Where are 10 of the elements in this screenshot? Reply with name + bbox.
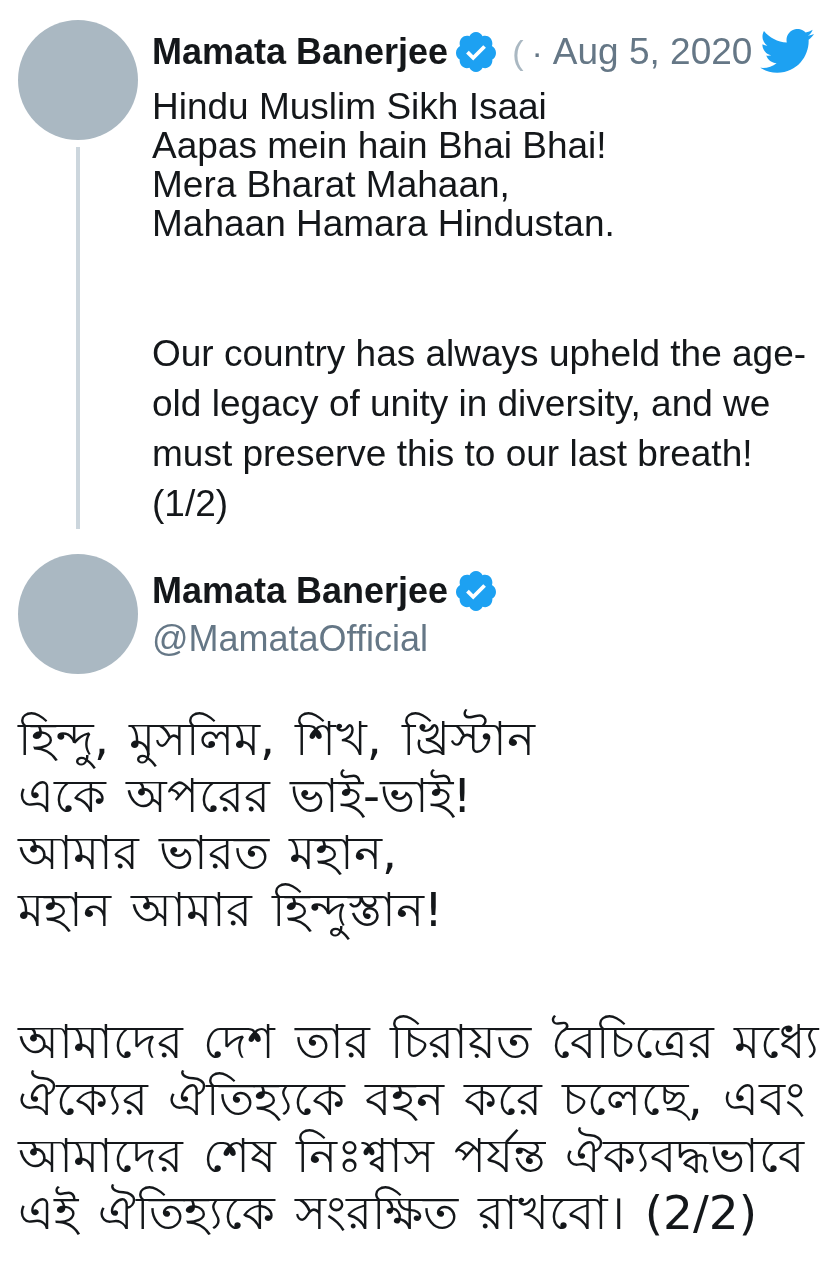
tweet-text: হিন্দু, মুসলিম, শিখ, খ্রিস্টান একে অপরের ভাই-ভাই! আমার ভারত মহান, মহান আমার হিন্দুস্তান! [18,710,832,938]
bird-icon [758,28,816,76]
tweet-text: Our country has always upheld the age- old legacy of unity in diversity, and we must preserve this to our last breath! (1/2) [152,332,808,526]
author-name[interactable]: Mamata Banerjee [152,567,449,615]
separator-dot: · [531,32,543,73]
tweet-date[interactable]: Aug 5, 2020 [552,28,753,76]
tweet-text: আমাদের দেশ তার চিরায়ত বৈচিত্রের মধ্যে ঐক্যের ঐতিহ্যকে বহন করে চলেছে, এবং আমাদের শেষ নিঃশ্বাস পর্যন্ত ঐক্যবদ্ধভাবে এই ঐতিহ্যকে সংরক্ষিত রাখবো। (2/2) [18,1013,821,1241]
author-handle[interactable]: @MamataOfficial [152,615,497,663]
tweet-text: Hindu Muslim Sikh Isaai Aapas mein hain Bhai Bhai! Mera Bharat Mahaan, Mahaan Hamara Hindustan. [152,87,616,243]
author-name[interactable]: Mamata Banerjee [152,28,449,76]
